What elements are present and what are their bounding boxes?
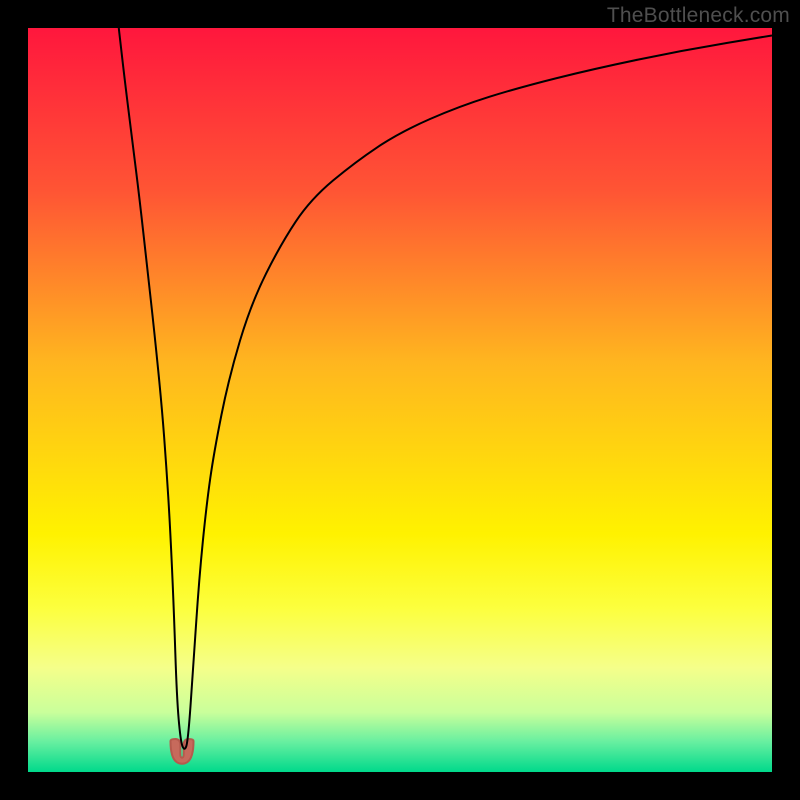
gradient-background	[28, 28, 772, 772]
plot-area	[28, 28, 772, 772]
chart-svg	[28, 28, 772, 772]
watermark-text: TheBottleneck.com	[607, 4, 790, 28]
chart-frame: TheBottleneck.com	[0, 0, 800, 800]
